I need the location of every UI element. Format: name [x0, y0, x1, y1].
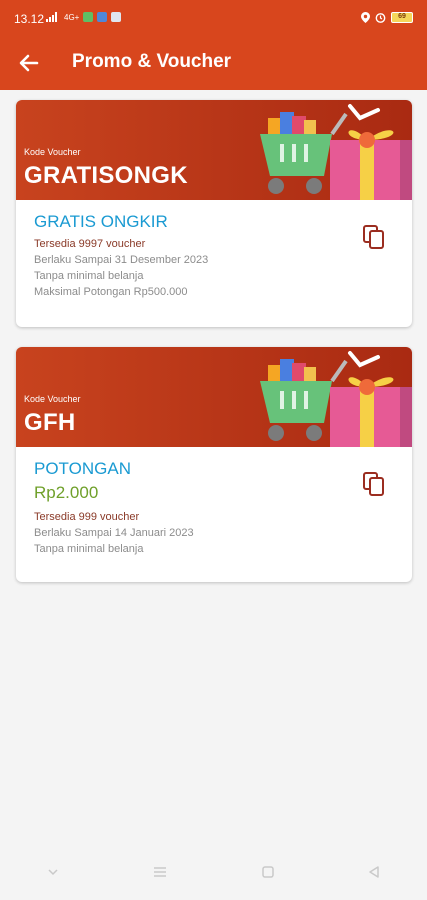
home-square-icon[interactable]	[261, 865, 275, 879]
chevron-down-icon[interactable]	[46, 865, 60, 879]
copy-icon	[363, 225, 384, 249]
status-bar: 13.12 4G+ 69	[0, 0, 427, 36]
page-title: Promo & Voucher	[72, 51, 232, 72]
voucher-banner: Kode Voucher GRATISONGK	[16, 100, 412, 200]
system-nav-bar	[0, 844, 427, 900]
menu-icon[interactable]	[152, 865, 168, 879]
voucher-type: GRATIS ONGKIR	[34, 212, 168, 231]
voucher-valid-until: Berlaku Sampai 31 Desember 2023	[34, 254, 209, 266]
voucher-min-purchase: Tanpa minimal belanja	[34, 270, 144, 282]
status-left-icons: 4G+	[46, 12, 122, 22]
status-time: 13.12	[14, 12, 45, 26]
voucher-max-discount: Maksimal Potongan Rp500.000	[34, 286, 188, 298]
voucher-code: GRATISONGK	[24, 162, 188, 189]
app-notification-icon	[83, 12, 94, 22]
copy-code-button[interactable]	[362, 471, 386, 497]
copy-icon	[363, 472, 384, 496]
voucher-availability: Tersedia 999 voucher	[34, 511, 140, 523]
network-type: 4G+	[64, 12, 80, 22]
battery-level: 69	[398, 13, 406, 20]
battery-icon: 69	[391, 12, 413, 23]
message-notification-icon	[97, 12, 108, 22]
voucher-type: POTONGAN	[34, 459, 131, 478]
status-right-icons: 69	[361, 12, 413, 23]
voucher-details: GRATIS ONGKIR Tersedia 9997 voucher Berl…	[16, 200, 412, 310]
voucher-card[interactable]: Kode Voucher GFH POTONGAN Rp2.000 Tersed…	[16, 347, 412, 582]
voucher-details: POTONGAN Rp2.000 Tersedia 999 voucher Be…	[16, 447, 412, 567]
voucher-code-label: Kode Voucher	[24, 394, 81, 404]
voucher-card[interactable]: Kode Voucher GRATISONGK GRATIS ONGKIR Te…	[16, 100, 412, 327]
location-icon	[361, 12, 370, 23]
voucher-amount: Rp2.000	[34, 483, 99, 502]
voucher-code-label: Kode Voucher	[24, 147, 81, 157]
copy-code-button[interactable]	[362, 224, 386, 250]
app-bar: Promo & Voucher	[0, 36, 427, 90]
shopping-cart-gift-illustration	[260, 351, 412, 447]
voucher-availability: Tersedia 9997 voucher	[34, 238, 146, 250]
back-triangle-icon[interactable]	[367, 865, 381, 879]
shopping-cart-gift-illustration	[260, 104, 412, 200]
arrow-left-icon	[19, 54, 39, 72]
back-button[interactable]	[14, 48, 44, 78]
signal-icon	[46, 12, 57, 22]
voucher-code: GFH	[24, 409, 76, 436]
gallery-notification-icon	[111, 12, 122, 22]
voucher-banner: Kode Voucher GFH	[16, 347, 412, 447]
voucher-min-purchase: Tanpa minimal belanja	[34, 543, 144, 555]
alarm-icon	[375, 13, 386, 23]
voucher-valid-until: Berlaku Sampai 14 Januari 2023	[34, 527, 194, 539]
